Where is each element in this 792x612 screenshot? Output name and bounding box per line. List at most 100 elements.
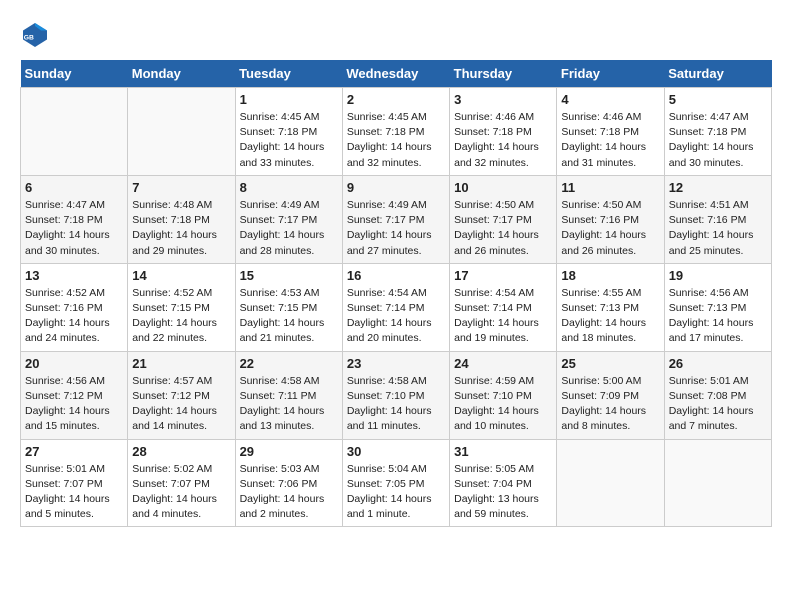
day-number: 11 <box>561 180 659 195</box>
day-number: 1 <box>240 92 338 107</box>
day-number: 10 <box>454 180 552 195</box>
week-row-2: 6 Sunrise: 4:47 AM Sunset: 7:18 PM Daylig… <box>21 175 772 263</box>
calendar-cell: 4 Sunrise: 4:46 AM Sunset: 7:18 PM Daylig… <box>557 88 664 176</box>
weekday-header-saturday: Saturday <box>664 60 771 88</box>
day-number: 7 <box>132 180 230 195</box>
calendar-cell: 30Sunrise: 5:04 AM Sunset: 7:05 PM Dayli… <box>342 439 449 527</box>
day-number: 14 <box>132 268 230 283</box>
calendar-cell: 25Sunrise: 5:00 AM Sunset: 7:09 PM Dayli… <box>557 351 664 439</box>
calendar-cell: 19 Sunrise: 4:56 AM Sunset: 7:13 PM Dayli… <box>664 263 771 351</box>
day-info: Sunrise: 5:03 AM Sunset: 7:06 PM Dayligh… <box>240 462 338 523</box>
calendar-cell: 29 Sunrise: 5:03 AM Sunset: 7:06 PM Dayli… <box>235 439 342 527</box>
day-info: Sunrise: 4:57 AM Sunset: 7:12 PM Dayligh… <box>132 374 230 435</box>
day-info: Sunrise: 4:51 AM Sunset: 7:16 PM Dayligh… <box>669 198 767 259</box>
calendar-cell: 7 Sunrise: 4:48 AM Sunset: 7:18 PM Daylig… <box>128 175 235 263</box>
day-info: Sunrise: 4:54 AM Sunset: 7:14 PM Dayligh… <box>454 286 552 347</box>
day-number: 24 <box>454 356 552 371</box>
day-number: 27 <box>25 444 123 459</box>
calendar-cell: 13Sunrise: 4:52 AM Sunset: 7:16 PM Dayli… <box>21 263 128 351</box>
calendar-cell: 6 Sunrise: 4:47 AM Sunset: 7:18 PM Daylig… <box>21 175 128 263</box>
calendar-cell: 14 Sunrise: 4:52 AM Sunset: 7:15 PM Dayli… <box>128 263 235 351</box>
day-number: 19 <box>669 268 767 283</box>
weekday-header-wednesday: Wednesday <box>342 60 449 88</box>
weekday-header-row: SundayMondayTuesdayWednesdayThursdayFrid… <box>21 60 772 88</box>
day-info: Sunrise: 4:50 AM Sunset: 7:16 PM Dayligh… <box>561 198 659 259</box>
day-number: 29 <box>240 444 338 459</box>
day-info: Sunrise: 4:50 AM Sunset: 7:17 PM Dayligh… <box>454 198 552 259</box>
day-number: 4 <box>561 92 659 107</box>
day-info: Sunrise: 5:05 AM Sunset: 7:04 PM Dayligh… <box>454 462 552 523</box>
calendar-cell: 11 Sunrise: 4:50 AM Sunset: 7:16 PM Dayli… <box>557 175 664 263</box>
day-number: 13 <box>25 268 123 283</box>
calendar-cell: 2Sunrise: 4:45 AM Sunset: 7:18 PM Daylig… <box>342 88 449 176</box>
day-number: 12 <box>669 180 767 195</box>
day-info: Sunrise: 4:46 AM Sunset: 7:18 PM Dayligh… <box>561 110 659 171</box>
calendar-cell: 21 Sunrise: 4:57 AM Sunset: 7:12 PM Dayli… <box>128 351 235 439</box>
weekday-header-tuesday: Tuesday <box>235 60 342 88</box>
logo-icon: GB <box>20 20 50 50</box>
day-info: Sunrise: 4:59 AM Sunset: 7:10 PM Dayligh… <box>454 374 552 435</box>
day-info: Sunrise: 5:01 AM Sunset: 7:08 PM Dayligh… <box>669 374 767 435</box>
calendar-cell: 17 Sunrise: 4:54 AM Sunset: 7:14 PM Dayli… <box>450 263 557 351</box>
day-number: 22 <box>240 356 338 371</box>
day-info: Sunrise: 4:46 AM Sunset: 7:18 PM Dayligh… <box>454 110 552 171</box>
calendar-cell: 20Sunrise: 4:56 AM Sunset: 7:12 PM Dayli… <box>21 351 128 439</box>
weekday-header-friday: Friday <box>557 60 664 88</box>
day-info: Sunrise: 4:47 AM Sunset: 7:18 PM Dayligh… <box>669 110 767 171</box>
day-info: Sunrise: 4:55 AM Sunset: 7:13 PM Dayligh… <box>561 286 659 347</box>
day-number: 23 <box>347 356 445 371</box>
day-number: 15 <box>240 268 338 283</box>
calendar-cell: 9 Sunrise: 4:49 AM Sunset: 7:17 PM Daylig… <box>342 175 449 263</box>
day-number: 8 <box>240 180 338 195</box>
calendar-cell: 10 Sunrise: 4:50 AM Sunset: 7:17 PM Dayli… <box>450 175 557 263</box>
day-info: Sunrise: 5:01 AM Sunset: 7:07 PM Dayligh… <box>25 462 123 523</box>
day-number: 6 <box>25 180 123 195</box>
weekday-header-monday: Monday <box>128 60 235 88</box>
day-number: 28 <box>132 444 230 459</box>
calendar-cell <box>557 439 664 527</box>
calendar-cell <box>664 439 771 527</box>
week-row-4: 20Sunrise: 4:56 AM Sunset: 7:12 PM Dayli… <box>21 351 772 439</box>
calendar-cell: 15 Sunrise: 4:53 AM Sunset: 7:15 PM Dayli… <box>235 263 342 351</box>
day-number: 26 <box>669 356 767 371</box>
day-number: 18 <box>561 268 659 283</box>
week-row-1: 1Sunrise: 4:45 AM Sunset: 7:18 PM Daylig… <box>21 88 772 176</box>
day-info: Sunrise: 4:49 AM Sunset: 7:17 PM Dayligh… <box>347 198 445 259</box>
weekday-header-sunday: Sunday <box>21 60 128 88</box>
calendar-cell <box>128 88 235 176</box>
calendar-cell: 18 Sunrise: 4:55 AM Sunset: 7:13 PM Dayli… <box>557 263 664 351</box>
calendar-cell: 26 Sunrise: 5:01 AM Sunset: 7:08 PM Dayli… <box>664 351 771 439</box>
day-info: Sunrise: 4:48 AM Sunset: 7:18 PM Dayligh… <box>132 198 230 259</box>
calendar-cell: 28Sunrise: 5:02 AM Sunset: 7:07 PM Dayli… <box>128 439 235 527</box>
calendar-cell: 8 Sunrise: 4:49 AM Sunset: 7:17 PM Daylig… <box>235 175 342 263</box>
day-number: 21 <box>132 356 230 371</box>
calendar-cell: 12 Sunrise: 4:51 AM Sunset: 7:16 PM Dayli… <box>664 175 771 263</box>
calendar-cell: 22Sunrise: 4:58 AM Sunset: 7:11 PM Dayli… <box>235 351 342 439</box>
calendar-cell: 3 Sunrise: 4:46 AM Sunset: 7:18 PM Daylig… <box>450 88 557 176</box>
day-info: Sunrise: 4:53 AM Sunset: 7:15 PM Dayligh… <box>240 286 338 347</box>
day-number: 16 <box>347 268 445 283</box>
day-number: 17 <box>454 268 552 283</box>
day-info: Sunrise: 4:56 AM Sunset: 7:12 PM Dayligh… <box>25 374 123 435</box>
svg-text:GB: GB <box>24 35 34 42</box>
weekday-header-thursday: Thursday <box>450 60 557 88</box>
header: GB <box>20 20 772 50</box>
day-info: Sunrise: 4:49 AM Sunset: 7:17 PM Dayligh… <box>240 198 338 259</box>
calendar-cell <box>21 88 128 176</box>
week-row-5: 27 Sunrise: 5:01 AM Sunset: 7:07 PM Dayli… <box>21 439 772 527</box>
day-number: 9 <box>347 180 445 195</box>
week-row-3: 13Sunrise: 4:52 AM Sunset: 7:16 PM Dayli… <box>21 263 772 351</box>
day-info: Sunrise: 4:54 AM Sunset: 7:14 PM Dayligh… <box>347 286 445 347</box>
day-info: Sunrise: 4:58 AM Sunset: 7:10 PM Dayligh… <box>347 374 445 435</box>
calendar-cell: 31 Sunrise: 5:05 AM Sunset: 7:04 PM Dayli… <box>450 439 557 527</box>
day-info: Sunrise: 5:00 AM Sunset: 7:09 PM Dayligh… <box>561 374 659 435</box>
day-number: 31 <box>454 444 552 459</box>
day-number: 5 <box>669 92 767 107</box>
day-info: Sunrise: 4:47 AM Sunset: 7:18 PM Dayligh… <box>25 198 123 259</box>
day-info: Sunrise: 4:52 AM Sunset: 7:15 PM Dayligh… <box>132 286 230 347</box>
calendar-cell: 16 Sunrise: 4:54 AM Sunset: 7:14 PM Dayli… <box>342 263 449 351</box>
day-number: 3 <box>454 92 552 107</box>
logo: GB <box>20 20 52 50</box>
day-info: Sunrise: 4:56 AM Sunset: 7:13 PM Dayligh… <box>669 286 767 347</box>
day-number: 2 <box>347 92 445 107</box>
